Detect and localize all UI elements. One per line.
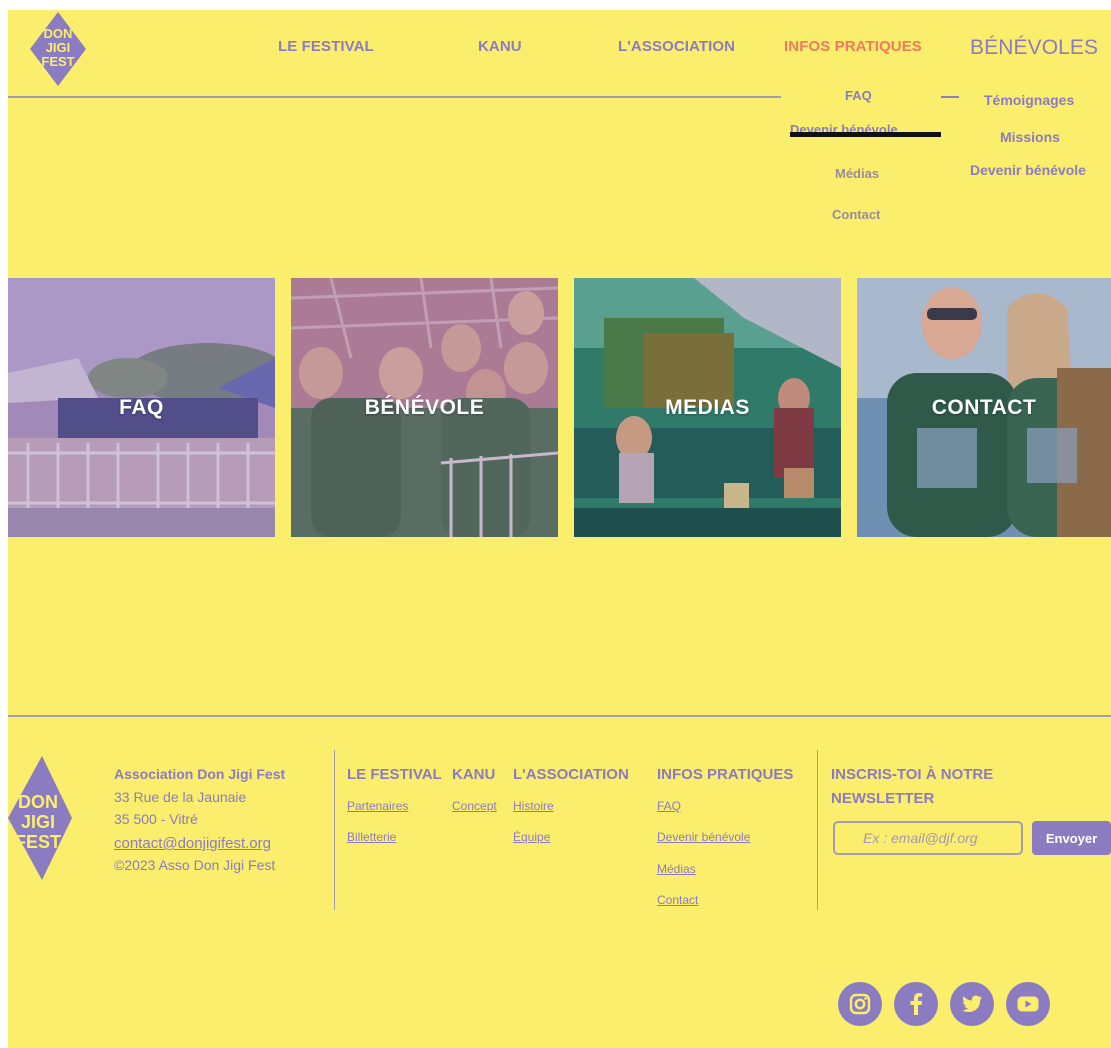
footer-copyright: ©2023 Asso Don Jigi Fest	[114, 857, 276, 873]
tile-benevole[interactable]: BÉNÉVOLE	[291, 278, 558, 537]
submenu-faq[interactable]: FAQ	[845, 88, 872, 103]
logo-line-2: JIGI	[46, 40, 71, 55]
footer-address-1: 33 Rue de la Jaunaie	[114, 789, 247, 805]
submenu-missions[interactable]: Missions	[1000, 129, 1060, 145]
footer-logo-line-3: FEST	[15, 832, 61, 852]
footer-logo-line-1: DON	[18, 792, 58, 812]
footer-link-billetterie[interactable]: Billetterie	[347, 830, 396, 844]
tile-medias-title: MEDIAS	[665, 396, 750, 419]
footer-org-name: Association Don Jigi Fest	[114, 766, 286, 782]
submenu-dash	[941, 96, 959, 98]
logo-line-1: DON	[44, 26, 73, 41]
footer-link-partenaires[interactable]: Partenaires	[347, 799, 408, 813]
footer-link-concept[interactable]: Concept	[452, 799, 497, 813]
logo[interactable]: DON JIGI FEST	[30, 12, 86, 86]
tile-faq[interactable]: FAQ	[8, 278, 275, 537]
header-divider	[8, 96, 781, 98]
newsletter-title-2: NEWSLETTER	[831, 790, 935, 807]
nav-kanu[interactable]: KANU	[478, 38, 522, 55]
logo-line-3: FEST	[41, 54, 74, 69]
facebook-icon[interactable]	[894, 982, 938, 1026]
footer-col-association-title[interactable]: L'ASSOCIATION	[513, 766, 629, 783]
footer-logo-line-2: JIGI	[21, 812, 55, 832]
instagram-icon[interactable]	[838, 982, 882, 1026]
footer-logo[interactable]: DON JIGI FEST	[8, 756, 72, 880]
nav-benevoles[interactable]: BÉNÉVOLES	[970, 36, 1098, 60]
strike-bar	[790, 132, 941, 137]
footer-vline-2	[817, 750, 818, 910]
nav-le-festival[interactable]: LE FESTIVAL	[278, 38, 374, 55]
footer-address-2: 35 500 - Vitré	[114, 811, 198, 827]
submenu-temoignages[interactable]: Témoignages	[984, 92, 1074, 108]
youtube-icon[interactable]	[1006, 982, 1050, 1026]
submenu-devenir-benevole-2[interactable]: Devenir bénévole	[970, 162, 1086, 178]
footer-col-kanu-title[interactable]: KANU	[452, 766, 495, 783]
footer-link-faq[interactable]: FAQ	[657, 799, 681, 813]
newsletter-send-button[interactable]: Envoyer	[1032, 821, 1111, 855]
footer-email-link[interactable]: contact@donjigifest.org	[114, 835, 271, 852]
newsletter-email-input[interactable]	[833, 821, 1023, 855]
footer-link-equipe[interactable]: Équipe	[513, 830, 550, 844]
footer-link-histoire[interactable]: Histoire	[513, 799, 554, 813]
tile-contact-title: CONTACT	[931, 396, 1037, 419]
footer-col-infos-title[interactable]: INFOS PRATIQUES	[657, 766, 793, 783]
footer-divider	[8, 715, 1111, 717]
twitter-icon[interactable]	[950, 982, 994, 1026]
tile-benevole-title: BÉNÉVOLE	[364, 396, 485, 419]
nav-association[interactable]: L'ASSOCIATION	[618, 38, 735, 55]
footer-link-medias[interactable]: Médias	[657, 862, 696, 876]
footer-col-festival-title[interactable]: LE FESTIVAL	[347, 766, 442, 783]
footer-link-devenir-benevole[interactable]: Devenir bénévole	[657, 830, 750, 844]
footer-vline-1	[334, 750, 335, 910]
page: DON JIGI FEST LE FESTIVAL KANU L'ASSOCIA…	[8, 10, 1111, 1048]
tile-medias[interactable]: MEDIAS	[574, 278, 841, 537]
submenu-medias[interactable]: Médias	[835, 166, 879, 181]
submenu-contact[interactable]: Contact	[832, 207, 880, 222]
newsletter-title-1: INSCRIS-TOI À NOTRE	[831, 766, 994, 783]
footer-link-contact[interactable]: Contact	[657, 893, 698, 907]
nav-infos-pratiques[interactable]: INFOS PRATIQUES	[784, 38, 922, 55]
tile-faq-title: FAQ	[119, 396, 164, 419]
tile-contact[interactable]: CONTACT	[857, 278, 1111, 537]
